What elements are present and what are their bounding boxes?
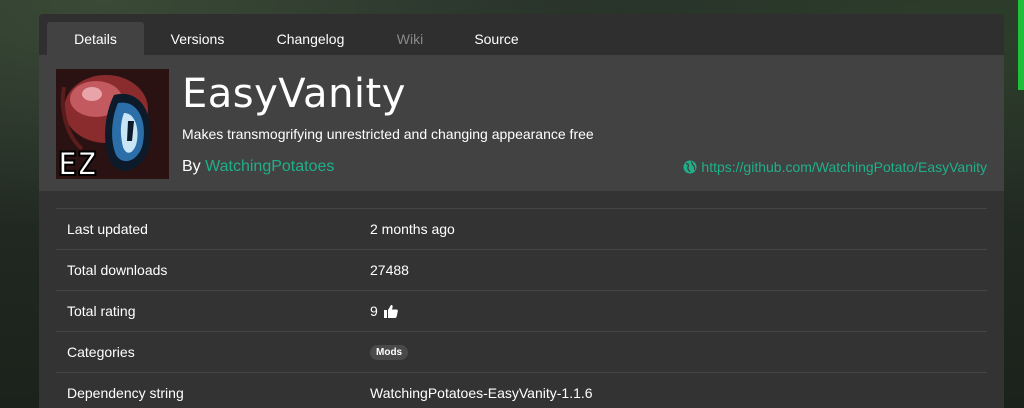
last-updated-value: 2 months ago [370,221,455,237]
table-row: Total rating 9 [56,290,987,331]
dependency-string-value: WatchingPotatoes-EasyVanity-1.1.6 [370,385,593,401]
dependency-string-label: Dependency string [67,385,184,401]
thumbs-up-icon[interactable] [383,304,398,318]
mod-details-panel: Details Versions Changelog Wiki Source E… [39,14,1004,408]
mod-author: By WatchingPotatoes [182,158,334,176]
tab-source[interactable]: Source [450,22,543,55]
author-link[interactable]: WatchingPotatoes [205,158,334,175]
by-label: By [182,158,201,175]
total-downloads-label: Total downloads [67,262,168,278]
website-url[interactable]: https://github.com/WatchingPotato/EasyVa… [701,159,987,175]
tab-bar: Details Versions Changelog Wiki Source [39,14,1004,55]
mod-header: EZ EasyVanity Makes transmogrifying unre… [39,55,1004,191]
rating-count: 9 [370,303,378,319]
categories-value: Mods [370,344,409,360]
table-row: Total downloads 27488 [56,249,987,290]
website-link[interactable]: https://github.com/WatchingPotato/EasyVa… [683,159,987,175]
table-row: Dependency string WatchingPotatoes-EasyV… [56,372,987,408]
helmet-icon: EZ [56,69,169,179]
tab-details[interactable]: Details [47,22,144,55]
total-rating-label: Total rating [67,303,136,319]
details-table: Last updated 2 months ago Total download… [56,208,987,408]
table-row: Categories Mods [56,331,987,372]
table-row: Last updated 2 months ago [56,208,987,249]
categories-label: Categories [67,344,135,360]
mod-title: EasyVanity [182,71,406,117]
category-badge-mods[interactable]: Mods [370,344,409,360]
total-rating-value: 9 [370,303,398,319]
mod-description: Makes transmogrifying unrestricted and c… [182,126,594,142]
tab-wiki: Wiki [396,30,424,47]
mod-icon: EZ [56,69,169,179]
total-downloads-value: 27488 [370,262,409,278]
globe-icon [683,160,697,174]
background-accent [1018,0,1024,90]
svg-text:EZ: EZ [58,145,97,179]
last-updated-label: Last updated [67,221,148,237]
tab-changelog[interactable]: Changelog [251,22,370,55]
tab-versions[interactable]: Versions [144,22,251,55]
